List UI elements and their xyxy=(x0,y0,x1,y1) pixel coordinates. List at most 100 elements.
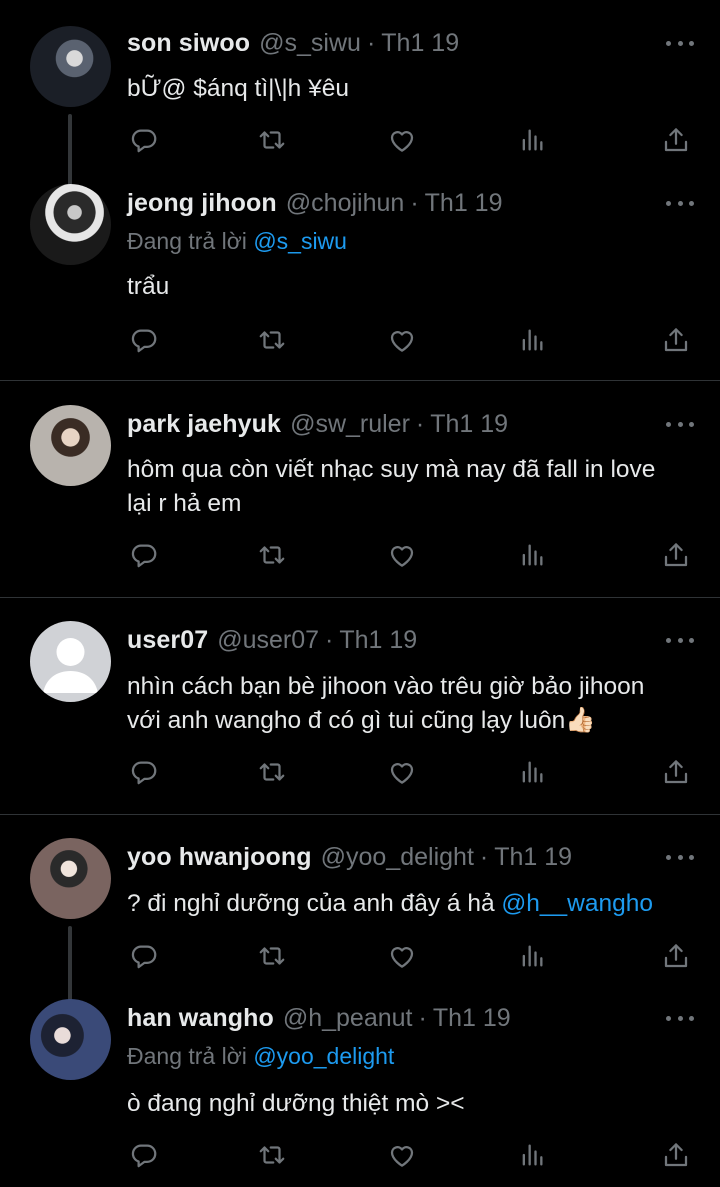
reply-icon[interactable] xyxy=(127,324,161,356)
action-bar xyxy=(127,1139,693,1171)
replying-to: Đang trả lời @s_siwu xyxy=(127,228,347,255)
replying-to-label: Đang trả lời xyxy=(127,228,247,254)
retweet-icon[interactable] xyxy=(255,539,289,571)
more-icon[interactable] xyxy=(666,850,694,864)
share-icon[interactable] xyxy=(659,124,693,156)
reply-icon[interactable] xyxy=(127,940,161,972)
tweet-header: han wangho @h_peanut · Th1 19 xyxy=(127,1001,511,1035)
share-icon[interactable] xyxy=(659,1139,693,1171)
tweet-text: nhìn cách bạn bè jihoon vào trêu giờ bảo… xyxy=(127,670,697,738)
display-name[interactable]: han wangho xyxy=(127,1004,274,1033)
user-handle[interactable]: @user07 xyxy=(217,626,319,655)
timestamp[interactable]: Th1 19 xyxy=(425,189,503,218)
retweet-icon[interactable] xyxy=(255,756,289,788)
tweet[interactable]: jeong jihoon @chojihun · Th1 19 Đang trả… xyxy=(0,184,720,364)
avatar[interactable] xyxy=(30,621,111,702)
views-icon[interactable] xyxy=(515,324,549,356)
reply-icon[interactable] xyxy=(127,756,161,788)
tweet-text-line: nhìn cách bạn bè jihoon vào trêu giờ bảo… xyxy=(127,673,645,700)
display-name[interactable]: jeong jihoon xyxy=(127,189,277,218)
user-handle[interactable]: @h_peanut xyxy=(283,1004,413,1033)
more-icon[interactable] xyxy=(666,196,694,210)
more-icon[interactable] xyxy=(666,633,694,647)
share-icon[interactable] xyxy=(659,539,693,571)
tweet-text: ò đang nghỉ dưỡng thiệt mò >< xyxy=(127,1090,465,1117)
tweet-text: ? đi nghỉ dưỡng của anh đây á hả @h__wan… xyxy=(127,887,697,921)
action-bar xyxy=(127,940,693,972)
tweet-text: hôm qua còn viết nhạc suy mà nay đã fall… xyxy=(127,453,697,521)
more-icon[interactable] xyxy=(666,1011,694,1025)
tweet[interactable]: son siwoo @s_siwu · Th1 19 bỮ@ $ánq tì|\… xyxy=(0,26,720,200)
thread-line xyxy=(68,926,72,1006)
replying-to-mention[interactable]: @yoo_delight xyxy=(253,1043,394,1069)
like-icon[interactable] xyxy=(385,324,419,356)
reply-icon[interactable] xyxy=(127,1139,161,1171)
views-icon[interactable] xyxy=(515,539,549,571)
avatar[interactable] xyxy=(30,184,111,265)
mention-link[interactable]: @h__wangho xyxy=(501,890,653,917)
views-icon[interactable] xyxy=(515,124,549,156)
like-icon[interactable] xyxy=(385,124,419,156)
like-icon[interactable] xyxy=(385,539,419,571)
views-icon[interactable] xyxy=(515,756,549,788)
separator: · xyxy=(479,842,489,871)
user-handle[interactable]: @yoo_delight xyxy=(321,843,474,872)
more-icon[interactable] xyxy=(666,36,694,50)
display-name[interactable]: yoo hwanjoong xyxy=(127,843,312,872)
views-icon[interactable] xyxy=(515,1139,549,1171)
separator: · xyxy=(418,1003,427,1032)
display-name[interactable]: son siwoo xyxy=(127,29,250,58)
retweet-icon[interactable] xyxy=(255,324,289,356)
timestamp[interactable]: Th1 19 xyxy=(381,29,459,58)
avatar[interactable] xyxy=(30,838,111,919)
retweet-icon[interactable] xyxy=(255,1139,289,1171)
avatar[interactable] xyxy=(30,999,111,1080)
more-icon[interactable] xyxy=(666,417,694,431)
separator: · xyxy=(415,409,425,438)
share-icon[interactable] xyxy=(659,324,693,356)
divider xyxy=(0,814,720,815)
separator: · xyxy=(325,625,334,654)
tweet-header: user07 @user07 · Th1 19 xyxy=(127,623,417,657)
tweet-text-line: với anh wangho đ có gì tui cũng lạy luôn… xyxy=(127,707,596,734)
avatar[interactable] xyxy=(30,26,111,107)
tweet-text-line: hôm qua còn viết nhạc suy mà nay đã fall… xyxy=(127,456,656,483)
default-avatar-icon xyxy=(43,638,98,693)
retweet-icon[interactable] xyxy=(255,940,289,972)
reply-icon[interactable] xyxy=(127,539,161,571)
like-icon[interactable] xyxy=(385,756,419,788)
user-handle[interactable]: @chojihun xyxy=(286,189,405,218)
tweet[interactable]: park jaehyuk @sw_ruler · Th1 19 hôm qua … xyxy=(0,405,720,575)
timestamp[interactable]: Th1 19 xyxy=(494,843,572,872)
user-handle[interactable]: @sw_ruler xyxy=(290,410,410,439)
action-bar xyxy=(127,756,693,788)
tweet[interactable]: han wangho @h_peanut · Th1 19 Đang trả l… xyxy=(0,999,720,1179)
separator: · xyxy=(410,188,419,217)
like-icon[interactable] xyxy=(385,1139,419,1171)
tweet[interactable]: yoo hwanjoong @yoo_delight · Th1 19 ? đi… xyxy=(0,838,720,1006)
display-name[interactable]: user07 xyxy=(127,626,208,655)
tweet-header: son siwoo @s_siwu · Th1 19 xyxy=(127,26,459,60)
tweet-header: park jaehyuk @sw_ruler · Th1 19 xyxy=(127,407,508,441)
action-bar xyxy=(127,124,693,156)
retweet-icon[interactable] xyxy=(255,124,289,156)
like-icon[interactable] xyxy=(385,940,419,972)
replying-to-mention[interactable]: @s_siwu xyxy=(253,228,347,254)
timestamp[interactable]: Th1 19 xyxy=(430,410,508,439)
reply-icon[interactable] xyxy=(127,124,161,156)
tweet-text-content: ? đi nghỉ dưỡng của anh đây á hả xyxy=(127,890,502,917)
avatar[interactable] xyxy=(30,405,111,486)
action-bar xyxy=(127,539,693,571)
tweet[interactable]: user07 @user07 · Th1 19 nhìn cách bạn bè… xyxy=(0,621,720,791)
divider xyxy=(0,380,720,381)
share-icon[interactable] xyxy=(659,756,693,788)
tweet-text: trẩu xyxy=(127,273,170,300)
timestamp[interactable]: Th1 19 xyxy=(433,1004,511,1033)
tweet-header: jeong jihoon @chojihun · Th1 19 xyxy=(127,186,502,220)
timestamp[interactable]: Th1 19 xyxy=(339,626,417,655)
share-icon[interactable] xyxy=(659,940,693,972)
user-handle[interactable]: @s_siwu xyxy=(259,29,361,58)
replying-to: Đang trả lời @yoo_delight xyxy=(127,1043,394,1070)
display-name[interactable]: park jaehyuk xyxy=(127,410,281,439)
views-icon[interactable] xyxy=(515,940,549,972)
